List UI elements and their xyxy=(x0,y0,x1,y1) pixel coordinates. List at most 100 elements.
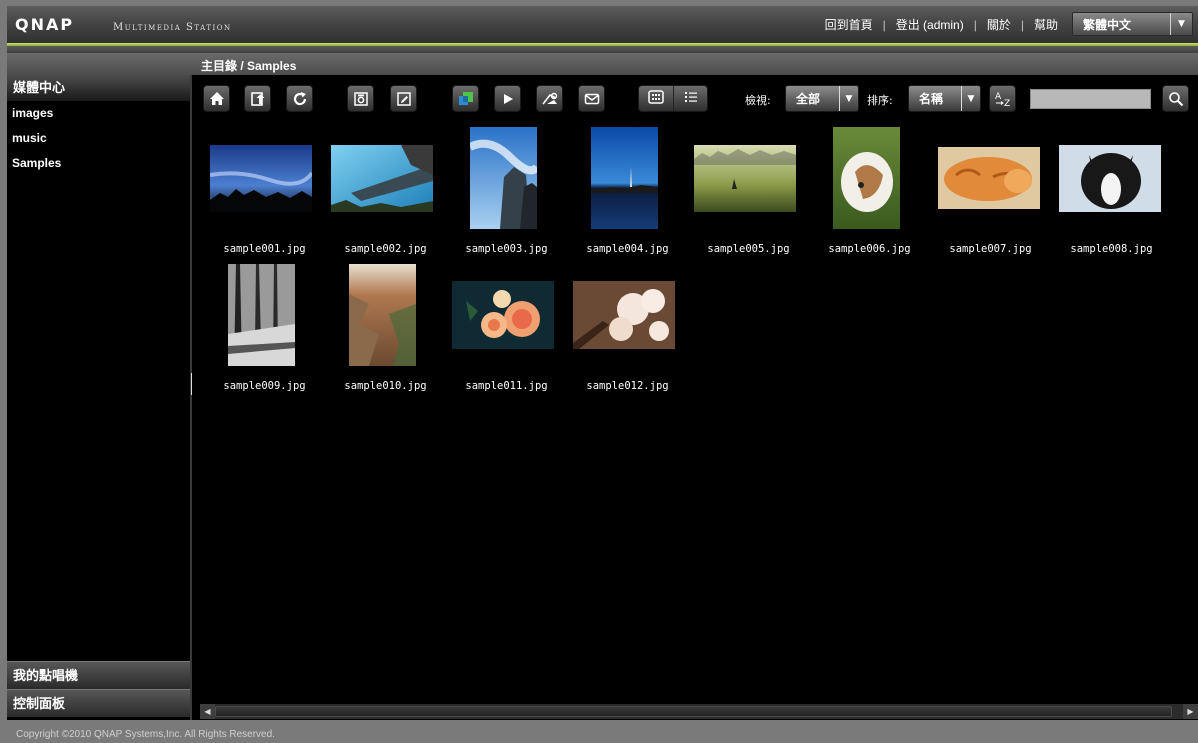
thumbnail-label: sample006.jpg xyxy=(828,243,911,255)
home-icon xyxy=(209,91,225,106)
thumbnail-image xyxy=(228,264,295,366)
camera-button[interactable] xyxy=(347,85,374,112)
home-link[interactable]: 回到首頁 xyxy=(825,16,873,33)
sub-bar xyxy=(7,46,1198,53)
breadcrumb-bar: 主目錄 / Samples xyxy=(7,53,1198,75)
thumbnail-image xyxy=(938,147,1040,209)
help-link[interactable]: 幫助 xyxy=(1034,16,1058,33)
thumbnail-item[interactable]: sample004.jpg xyxy=(567,127,688,264)
chevron-down-icon[interactable]: ▼ xyxy=(839,86,858,111)
thumbnail-item[interactable]: sample008.jpg xyxy=(1051,127,1172,264)
thumbnail-item[interactable]: sample012.jpg xyxy=(567,264,688,401)
svg-text:A: A xyxy=(995,92,1002,102)
thumbnail-item[interactable]: sample011.jpg xyxy=(446,264,567,401)
thumbnail-item[interactable]: sample005.jpg xyxy=(688,127,809,264)
list-view-icon xyxy=(683,89,699,108)
thumbnail-image xyxy=(349,264,416,366)
view-filter-select[interactable]: 全部 ▼ xyxy=(785,85,859,112)
thumbnail-label: sample011.jpg xyxy=(465,380,548,392)
play-icon xyxy=(501,92,515,106)
thumbnail-image xyxy=(591,127,658,229)
thumbnail-label: sample003.jpg xyxy=(465,243,548,255)
top-links: 回到首頁 | 登出 (admin) | 關於 | 幫助 xyxy=(825,16,1058,33)
sidebar-item-samples[interactable]: Samples xyxy=(7,151,190,176)
thumbnail-image xyxy=(210,145,312,212)
thumbnail-image xyxy=(1059,145,1161,212)
thumbnail-label: sample004.jpg xyxy=(586,243,669,255)
grid-view-button[interactable] xyxy=(639,86,673,111)
publish-icon xyxy=(541,91,559,107)
sort-select[interactable]: 名稱 ▼ xyxy=(908,85,981,112)
grid-view-icon xyxy=(648,89,664,108)
language-value: 繁體中文 xyxy=(1083,17,1132,32)
list-view-button[interactable] xyxy=(673,86,707,111)
thumbnail-item[interactable]: sample003.jpg xyxy=(446,127,567,264)
publish-button[interactable] xyxy=(536,85,563,112)
email-icon xyxy=(584,92,600,106)
about-link[interactable]: 關於 xyxy=(987,16,1011,33)
thumbnail-item[interactable]: sample010.jpg xyxy=(325,264,446,401)
scrollbar-thumb[interactable] xyxy=(215,706,1172,717)
logout-link[interactable]: 登出 (admin) xyxy=(896,16,964,33)
thumbnail-item[interactable]: sample007.jpg xyxy=(930,127,1051,264)
horizontal-scrollbar[interactable]: ◀ ▶ xyxy=(200,704,1198,719)
sort-value: 名稱 xyxy=(919,92,944,106)
search-input[interactable] xyxy=(1030,89,1151,109)
refresh-icon xyxy=(292,91,308,107)
thumbnail-item[interactable]: sample001.jpg xyxy=(204,127,325,264)
chevron-down-icon[interactable]: ▼ xyxy=(1170,13,1192,35)
toolbar: 檢視: 全部 ▼ 排序: 名稱 ▼ AZ xyxy=(192,83,1198,115)
thumbnail-item[interactable]: sample009.jpg xyxy=(204,264,325,401)
thumbnail-label: sample012.jpg xyxy=(586,380,669,392)
top-bar: QNAP Multimedia Station 回到首頁 | 登出 (admin… xyxy=(7,6,1198,43)
chevron-down-icon[interactable]: ▼ xyxy=(961,86,980,111)
scroll-right-icon[interactable]: ▶ xyxy=(1183,704,1198,719)
thumbnail-label: sample005.jpg xyxy=(707,243,790,255)
svg-text:Z: Z xyxy=(1004,99,1010,108)
sidebar-item-music[interactable]: music xyxy=(7,126,190,151)
scroll-left-icon[interactable]: ◀ xyxy=(200,704,215,719)
thumbnail-image xyxy=(833,127,900,229)
sidebar-section-media-center[interactable]: 媒體中心 xyxy=(7,75,190,101)
qnap-logo: QNAP xyxy=(15,15,75,34)
play-button[interactable] xyxy=(494,85,521,112)
thumbnail-label: sample002.jpg xyxy=(344,243,427,255)
sidebar-section-jukebox[interactable]: 我的點唱機 xyxy=(7,661,190,689)
thumbnail-image xyxy=(694,145,796,212)
thumbnail-label: sample010.jpg xyxy=(344,380,427,392)
email-button[interactable] xyxy=(578,85,605,112)
edit-icon xyxy=(396,91,412,107)
link-separator: | xyxy=(1020,17,1024,32)
view-filter-value: 全部 xyxy=(796,92,821,106)
link-separator: | xyxy=(973,17,977,32)
edit-button[interactable] xyxy=(390,85,417,112)
view-label: 檢視: xyxy=(745,94,771,107)
thumbnail-label: sample001.jpg xyxy=(223,243,306,255)
sidebar: 媒體中心 images music Samples 我的點唱機 控制面板 xyxy=(7,75,190,720)
thumbnail-label: sample008.jpg xyxy=(1070,243,1153,255)
view-mode-toggle xyxy=(638,85,708,112)
sidebar-item-images[interactable]: images xyxy=(7,101,190,126)
breadcrumb: 主目錄 / Samples xyxy=(201,59,297,73)
link-separator: | xyxy=(882,17,886,32)
refresh-button[interactable] xyxy=(286,85,313,112)
home-button[interactable] xyxy=(203,85,230,112)
slideshow-color-button[interactable] xyxy=(452,85,479,112)
main-panel: 檢視: 全部 ▼ 排序: 名稱 ▼ AZ sample001.jpg sampl… xyxy=(192,75,1198,720)
search-icon xyxy=(1168,91,1184,107)
language-select[interactable]: 繁體中文 ▼ xyxy=(1072,12,1193,36)
thumbnail-image xyxy=(331,145,433,212)
sort-az-icon: AZ xyxy=(993,90,1013,108)
search-button[interactable] xyxy=(1162,85,1189,112)
camera-icon xyxy=(353,91,369,107)
upload-icon xyxy=(250,91,266,107)
upload-button[interactable] xyxy=(244,85,271,112)
sort-order-button[interactable]: AZ xyxy=(989,85,1016,112)
thumbnail-image xyxy=(573,281,675,349)
thumbnail-item[interactable]: sample006.jpg xyxy=(809,127,930,264)
app-title: Multimedia Station xyxy=(113,22,232,33)
copyright-text: Copyright ©2010 QNAP Systems,Inc. All Ri… xyxy=(16,729,275,740)
sidebar-section-control-panel[interactable]: 控制面板 xyxy=(7,689,190,717)
thumbnail-image xyxy=(470,127,537,229)
thumbnail-item[interactable]: sample002.jpg xyxy=(325,127,446,264)
